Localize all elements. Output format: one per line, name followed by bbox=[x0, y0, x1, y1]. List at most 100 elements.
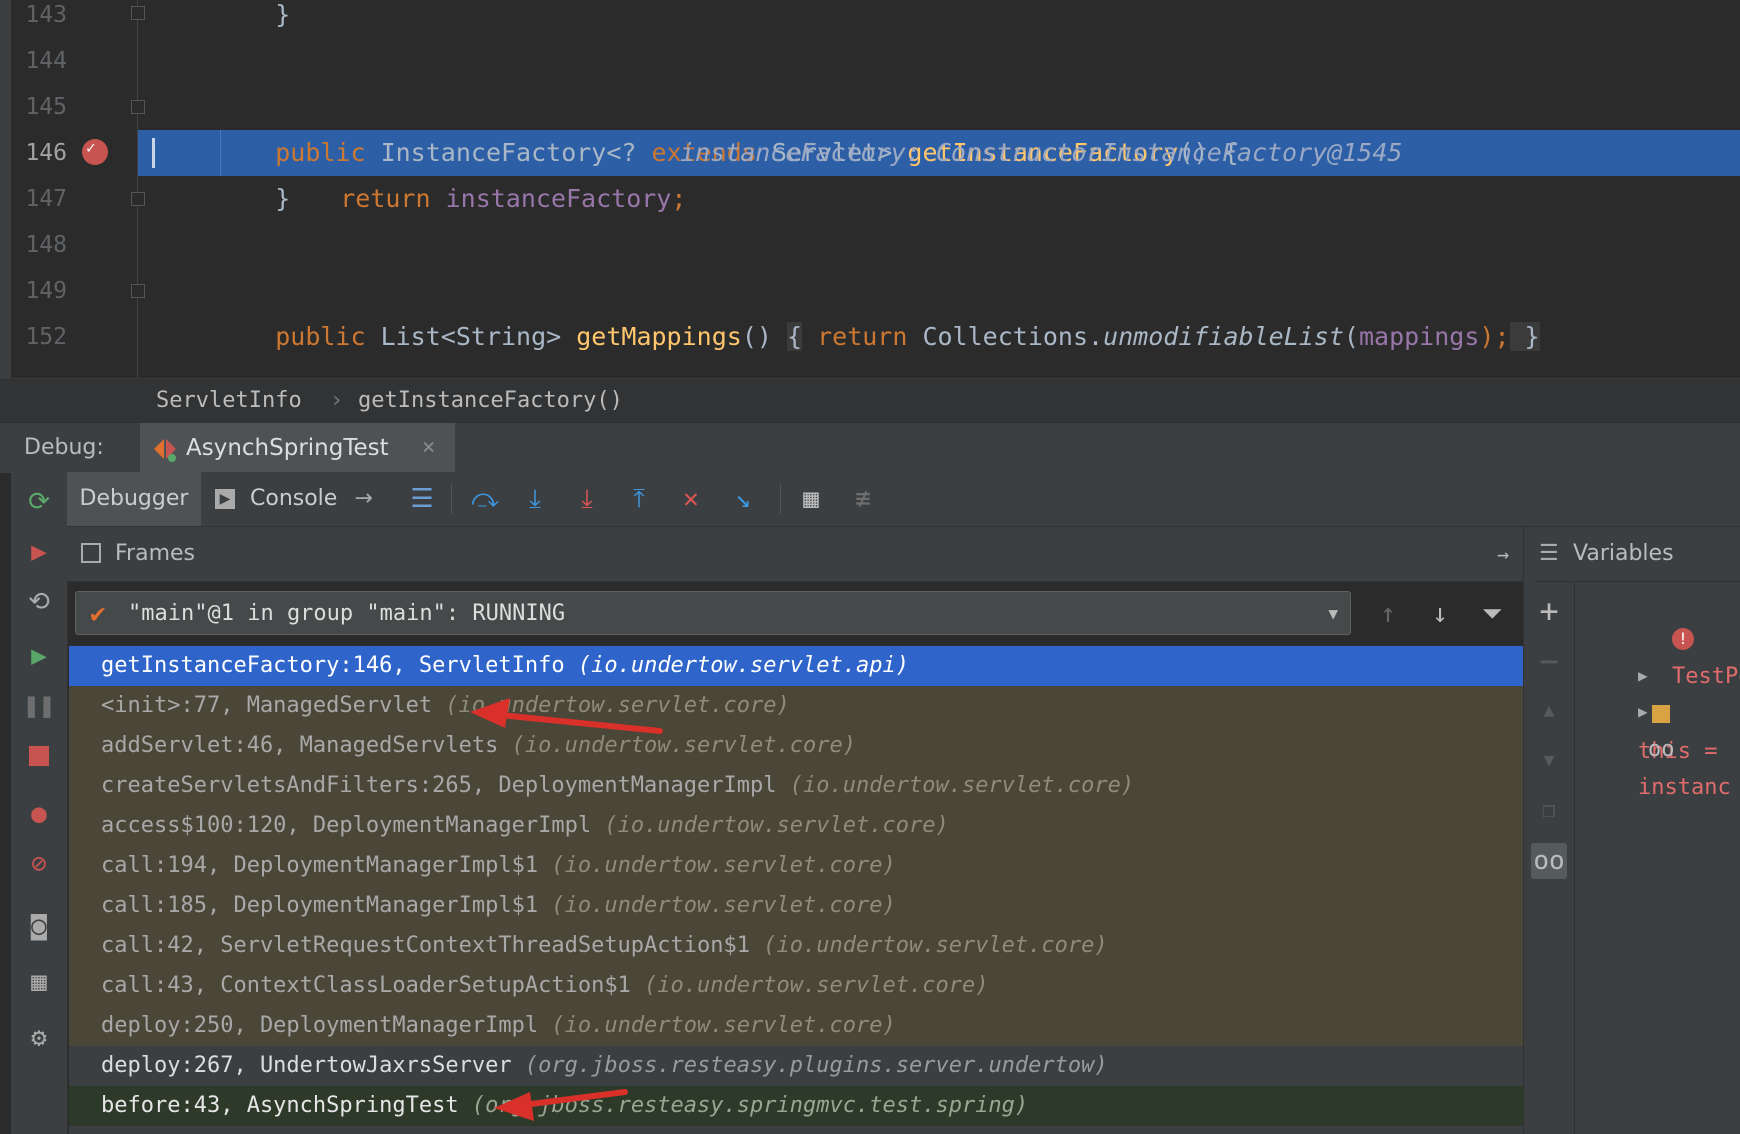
fold-marker-icon[interactable] bbox=[131, 284, 145, 298]
frame-method: addServlet:46, ManagedServlets bbox=[101, 733, 499, 758]
keyword: public bbox=[275, 322, 366, 351]
keyword: return bbox=[802, 322, 908, 351]
inline-debug-value[interactable]: instanceFactory: ConstructorInstanceFact… bbox=[680, 130, 1402, 176]
layout-icon[interactable]: ▦ bbox=[21, 964, 57, 1000]
previous-frame-icon[interactable]: ↑ bbox=[1370, 596, 1406, 632]
thread-selector-dropdown[interactable]: ✔ "main"@1 in group "main": RUNNING ▼ bbox=[75, 591, 1351, 635]
stack-frame-row[interactable]: call:42, ServletRequestContextThreadSetu… bbox=[69, 926, 1523, 966]
static-method: unmodifiableList bbox=[1103, 322, 1344, 351]
pin-arrow-icon[interactable]: → bbox=[1497, 527, 1509, 581]
resume-program-icon[interactable]: ▶ bbox=[21, 638, 57, 674]
breadcrumb-method[interactable]: getInstanceFactory() bbox=[358, 379, 623, 423]
frame-method: getInstanceFactory:146, ServletInfo bbox=[101, 653, 565, 678]
mute-breakpoints-icon[interactable]: ⊘ bbox=[21, 846, 57, 882]
stack-frame-row[interactable]: deploy:250, DeploymentManagerImpl (io.un… bbox=[69, 1006, 1523, 1046]
remove-watch-icon[interactable]: − bbox=[1531, 643, 1567, 679]
add-watch-icon[interactable]: + bbox=[1531, 593, 1567, 629]
tab-run-config[interactable]: AsynchSpringTest × bbox=[140, 423, 455, 473]
fold-marker-icon[interactable] bbox=[131, 192, 145, 206]
view-breakpoints-icon[interactable]: ● bbox=[21, 796, 57, 832]
trace-current-stream-icon[interactable]: ≢ bbox=[845, 481, 881, 517]
stack-frame-row[interactable]: access$100:120, DeploymentManagerImpl (i… bbox=[69, 806, 1523, 846]
step-out-icon[interactable]: ⤒ bbox=[621, 481, 657, 517]
frame-method: before:43, AsynchSpringTest bbox=[101, 1093, 459, 1118]
show-watches-icon[interactable]: oo bbox=[1531, 843, 1567, 879]
pause-program-icon[interactable]: ❚❚ bbox=[21, 688, 57, 724]
line-number: 143 bbox=[25, 2, 67, 28]
next-frame-icon[interactable]: ↓ bbox=[1422, 596, 1458, 632]
filter-icon[interactable]: ⏷ bbox=[1474, 596, 1510, 632]
breakpoint-check-icon: ✓ bbox=[86, 138, 96, 157]
gear-icon[interactable]: ⚙ bbox=[21, 1020, 57, 1056]
code-text: ); bbox=[1479, 322, 1510, 351]
stack-frame-row[interactable]: addServlet:46, ManagedServlets (io.under… bbox=[69, 726, 1523, 766]
variable-item[interactable]: ▶ oo instanc bbox=[1585, 654, 1731, 800]
evaluate-expression-icon[interactable]: ▦ bbox=[793, 481, 829, 517]
breadcrumb: ServletInfo › getInstanceFactory() bbox=[0, 378, 1740, 423]
tab-console[interactable]: ▶ Console → bbox=[215, 472, 373, 526]
drop-frame-icon[interactable]: ✕ bbox=[673, 481, 709, 517]
camera-icon[interactable]: ◙ bbox=[21, 908, 57, 944]
tab-debugger[interactable]: Debugger bbox=[67, 472, 201, 526]
toolbar-separator bbox=[451, 484, 452, 514]
restore-layout-icon[interactable]: ⟲ bbox=[21, 584, 57, 620]
debug-label: Debug: bbox=[24, 435, 104, 460]
frame-package: (org.jboss.resteasy.springmvc.test.sprin… bbox=[471, 1093, 1029, 1118]
step-over-icon[interactable]: ⤼ bbox=[467, 481, 503, 517]
fold-guide bbox=[137, 0, 138, 378]
stack-frame-row[interactable]: call:194, DeploymentManagerImpl$1 (io.un… bbox=[69, 846, 1523, 886]
stack-frame-row[interactable]: <init>:77, ManagedServlet (io.undertow.s… bbox=[69, 686, 1523, 726]
variable-item[interactable]: ! TestPo bbox=[1619, 582, 1740, 689]
stack-frame-row[interactable]: before:43, AsynchSpringTest (org.jboss.r… bbox=[69, 1086, 1523, 1126]
variable-name: instanc bbox=[1637, 775, 1731, 800]
expand-arrow-icon[interactable]: ▶ bbox=[1638, 702, 1648, 721]
breadcrumb-class[interactable]: ServletInfo bbox=[156, 379, 302, 423]
code-editor[interactable]: 143 144 145 146 147 148 149 152 ✓ } publ… bbox=[0, 0, 1740, 378]
keyword: return bbox=[340, 184, 431, 213]
toolbar-separator bbox=[780, 484, 781, 514]
code-text: Collections. bbox=[907, 322, 1104, 351]
force-step-into-icon[interactable]: ⤓ bbox=[569, 481, 605, 517]
rerun-failed-icon[interactable]: ▶ bbox=[21, 534, 57, 570]
move-down-icon[interactable]: ▼ bbox=[1531, 743, 1567, 779]
frame-package: (io.undertow.servlet.core) bbox=[551, 1013, 896, 1038]
fold-marker-icon[interactable] bbox=[131, 100, 145, 114]
line-number: 145 bbox=[25, 94, 67, 120]
fold-marker-icon[interactable] bbox=[131, 6, 145, 20]
code-text: ; bbox=[671, 184, 687, 213]
frame-package: (org.jboss.resteasy.plugins.server.under… bbox=[524, 1053, 1108, 1078]
frames-title: Frames bbox=[115, 541, 196, 566]
line-number: 149 bbox=[25, 278, 67, 304]
frame-package: (io.undertow.servlet.core) bbox=[763, 933, 1108, 958]
run-config-name: AsynchSpringTest bbox=[186, 435, 389, 461]
frame-method: call:43, ContextClassLoaderSetupAction$1 bbox=[101, 973, 631, 998]
run-to-cursor-icon[interactable]: ↘ bbox=[725, 481, 761, 517]
code-line-current: return instanceFactory; bbox=[280, 130, 686, 213]
stack-frame-row[interactable]: createServletsAndFilters:265, Deployment… bbox=[69, 766, 1523, 806]
debug-tool-window-header: Debug: AsynchSpringTest × bbox=[0, 422, 1740, 473]
stack-frame-row[interactable]: getInstanceFactory:146, ServletInfo (io.… bbox=[69, 646, 1523, 686]
code-text: List<String> bbox=[365, 322, 577, 351]
folded-region[interactable]: } bbox=[1509, 322, 1540, 351]
move-up-icon[interactable]: ▲ bbox=[1531, 693, 1567, 729]
stack-frame-row[interactable]: call:185, DeploymentManagerImpl$1 (io.un… bbox=[69, 886, 1523, 926]
field-name: mappings bbox=[1358, 322, 1480, 351]
copy-icon[interactable]: ❐ bbox=[1531, 793, 1567, 829]
folded-region[interactable]: { bbox=[786, 322, 803, 351]
frame-method: createServletsAndFilters:265, Deployment… bbox=[101, 773, 777, 798]
variable-item[interactable]: ▶ this = bbox=[1585, 618, 1717, 764]
show-execution-point-icon[interactable]: ☰ bbox=[404, 481, 440, 517]
frames-panel-header: Frames → bbox=[67, 527, 1523, 582]
close-tab-icon[interactable]: × bbox=[422, 423, 435, 473]
stack-frame-row[interactable]: deploy:267, UndertowJaxrsServer (org.jbo… bbox=[69, 1046, 1523, 1086]
variables-toolbar: + − ▲ ▼ ❐ oo bbox=[1523, 527, 1575, 1134]
stop-icon[interactable] bbox=[21, 738, 57, 774]
frame-package: (io.undertow.servlet.core) bbox=[604, 813, 949, 838]
rerun-icon[interactable]: ⟳ bbox=[21, 484, 57, 520]
step-into-icon[interactable]: ⤓ bbox=[517, 481, 553, 517]
line-number-current: 146 bbox=[25, 140, 67, 166]
stack-frame-row[interactable]: call:43, ContextClassLoaderSetupAction$1… bbox=[69, 966, 1523, 1006]
code-line: } bbox=[215, 184, 291, 213]
text-caret bbox=[152, 138, 155, 168]
